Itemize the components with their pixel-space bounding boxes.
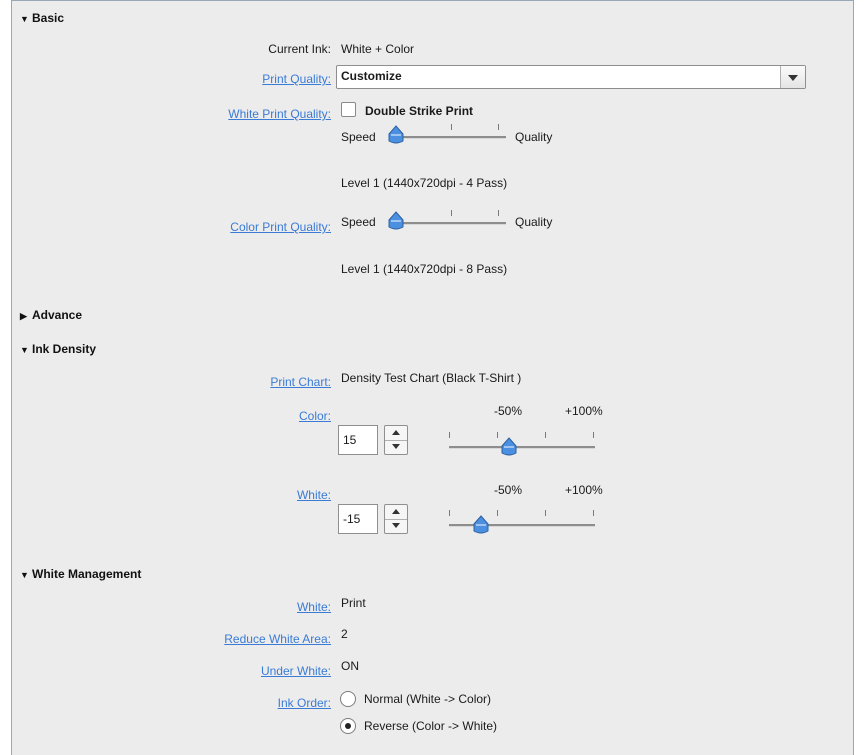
color-max-label: +100%: [565, 404, 603, 418]
section-ink-density[interactable]: ▼ Ink Density: [20, 342, 96, 356]
white-level-text: Level 1 (1440x720dpi - 4 Pass): [341, 176, 508, 190]
color-density-stepper[interactable]: [384, 425, 408, 455]
slider-thumb-icon[interactable]: [388, 211, 404, 231]
slider-tick: [593, 432, 594, 438]
reduce-white-area-value: 2: [341, 627, 348, 641]
stepper-up-icon[interactable]: [385, 505, 407, 520]
stepper-down-icon[interactable]: [385, 519, 407, 533]
ink-order-reverse-label: Reverse (Color -> White): [364, 719, 498, 733]
color-density-input[interactable]: 15: [338, 425, 378, 455]
slider-thumb-icon[interactable]: [473, 515, 489, 535]
slider-tick: [451, 124, 452, 130]
white-min-label: -50%: [494, 483, 523, 497]
white-density-slider[interactable]: [446, 505, 596, 535]
color-slider-min-label: Speed: [341, 215, 376, 229]
slider-track: [449, 446, 595, 449]
color-quality-slider[interactable]: [388, 205, 506, 235]
white-value: Print: [341, 596, 366, 610]
ink-order-normal-label: Normal (White -> Color): [364, 692, 492, 706]
slider-thumb-icon[interactable]: [388, 125, 404, 145]
ink-order-reverse-radio[interactable]: [340, 718, 356, 734]
disclosure-expanded-icon: ▼: [20, 14, 29, 24]
slider-tick: [498, 210, 499, 216]
slider-track: [449, 524, 595, 527]
double-strike-checkbox[interactable]: [341, 102, 356, 117]
white-quality-slider[interactable]: [388, 119, 506, 149]
white-slider-max-label: Quality: [515, 130, 553, 144]
double-strike-label: Double Strike Print: [365, 104, 474, 118]
slider-thumb-icon[interactable]: [501, 437, 517, 457]
stepper-up-icon[interactable]: [385, 426, 407, 441]
print-chart-value: Density Test Chart (Black T-Shirt ): [341, 371, 522, 385]
slider-tick: [498, 124, 499, 130]
color-print-quality-link[interactable]: Color Print Quality:: [230, 220, 331, 234]
white-density-stepper[interactable]: [384, 504, 408, 534]
disclosure-expanded-icon: ▼: [20, 345, 29, 355]
color-density-link[interactable]: Color:: [299, 409, 331, 423]
slider-tick: [449, 510, 450, 516]
white-slider-min-label: Speed: [341, 130, 376, 144]
slider-tick: [497, 432, 498, 438]
color-level-text: Level 1 (1440x720dpi - 8 Pass): [341, 262, 508, 276]
slider-tick: [497, 510, 498, 516]
print-quality-select[interactable]: Customize: [336, 65, 806, 89]
print-quality-link[interactable]: Print Quality:: [262, 72, 331, 86]
slider-tick: [545, 510, 546, 516]
slider-tick: [449, 432, 450, 438]
white-max-label: +100%: [565, 483, 603, 497]
disclosure-expanded-icon: ▼: [20, 570, 29, 580]
dropdown-arrow-icon[interactable]: [780, 66, 805, 88]
white-link[interactable]: White:: [297, 600, 331, 614]
current-ink-value: White + Color: [341, 42, 415, 56]
slider-track: [394, 136, 506, 139]
section-white-management[interactable]: ▼ White Management: [20, 567, 141, 581]
section-advance[interactable]: ▶ Advance: [20, 308, 82, 322]
color-density-slider[interactable]: [446, 427, 596, 457]
color-slider-max-label: Quality: [515, 215, 553, 229]
slider-tick: [545, 432, 546, 438]
under-white-link[interactable]: Under White:: [261, 664, 331, 678]
slider-tick: [451, 210, 452, 216]
stepper-down-icon[interactable]: [385, 440, 407, 454]
white-density-link[interactable]: White:: [297, 488, 331, 502]
ink-order-link[interactable]: Ink Order:: [278, 696, 331, 710]
print-quality-selected-value: Customize: [341, 69, 402, 83]
under-white-value: ON: [341, 659, 359, 673]
white-print-quality-link[interactable]: White Print Quality:: [228, 107, 331, 121]
current-ink-label: Current Ink:: [268, 42, 331, 56]
disclosure-collapsed-icon: ▶: [20, 311, 27, 321]
white-density-input[interactable]: -15: [338, 504, 378, 534]
slider-track: [394, 222, 506, 225]
reduce-white-area-link[interactable]: Reduce White Area:: [224, 632, 331, 646]
ink-order-normal-radio[interactable]: [340, 691, 356, 707]
slider-tick: [593, 510, 594, 516]
color-min-label: -50%: [494, 404, 523, 418]
settings-panel: ▼ Basic Current Ink: White + Color Print …: [11, 0, 854, 755]
print-chart-link[interactable]: Print Chart:: [270, 375, 331, 389]
section-basic[interactable]: ▼ Basic: [20, 11, 64, 25]
